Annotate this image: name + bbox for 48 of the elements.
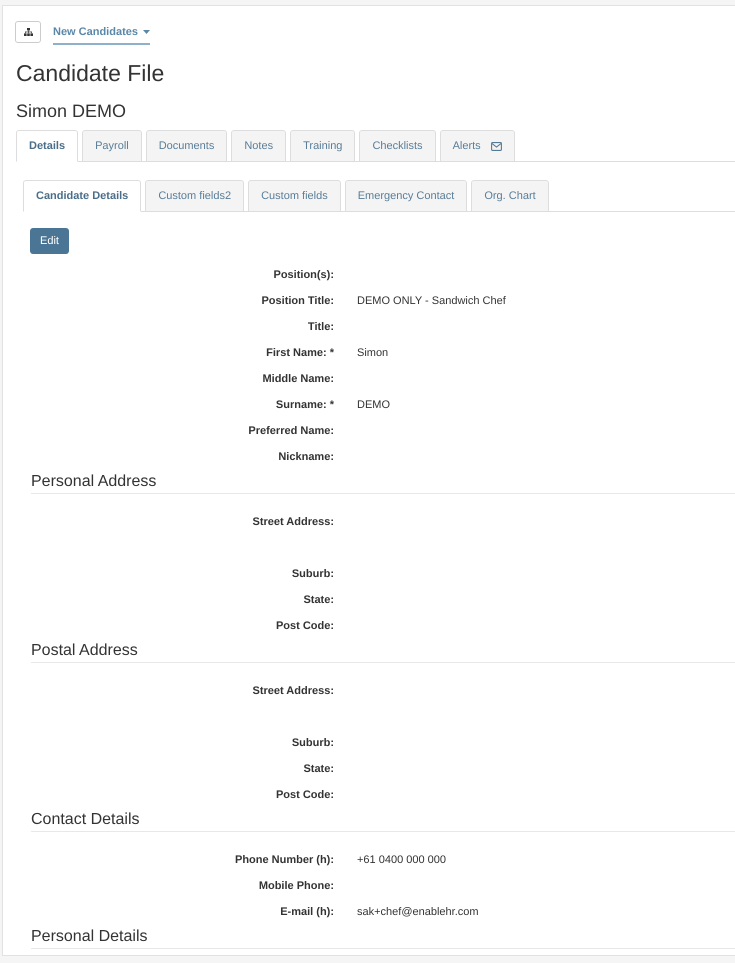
- tab[interactable]: Details: [16, 130, 78, 162]
- tab[interactable]: Alerts: [440, 130, 515, 162]
- caret-icon: [142, 30, 150, 34]
- edit-button[interactable]: Edit: [30, 228, 69, 254]
- candidate-name: Simon DEMO: [16, 100, 126, 122]
- field-label: Suburb:: [292, 736, 334, 751]
- field-label: Phone Number (h):: [235, 852, 334, 868]
- field-value: DEMO ONLY - Sandwich Chef: [357, 294, 506, 309]
- envelope-icon: [490, 142, 502, 150]
- tab[interactable]: Notes: [231, 130, 286, 162]
- field-label: Position Title:: [261, 294, 334, 309]
- field-label: First Name: *: [266, 346, 334, 361]
- tab[interactable]: Training: [290, 130, 356, 162]
- subtab[interactable]: Org. Chart: [471, 180, 549, 212]
- field-label: Post Code:: [276, 618, 334, 634]
- field-label: Street Address:: [252, 684, 334, 699]
- section-heading: Personal Details: [31, 927, 148, 947]
- section-heading: Contact Details: [31, 810, 140, 830]
- field-label: Post Code:: [276, 788, 334, 803]
- field-label: Mobile Phone:: [258, 878, 334, 894]
- field-value: DEMO: [357, 398, 390, 413]
- section-heading: Personal Address: [31, 472, 156, 492]
- tab[interactable]: Documents: [146, 130, 228, 162]
- field-label: State:: [303, 762, 334, 777]
- tab[interactable]: Payroll: [82, 130, 142, 162]
- subtab[interactable]: Custom fields: [248, 180, 341, 212]
- field-label: Surname: *: [276, 398, 334, 413]
- field-label: Title:: [308, 320, 334, 335]
- subtab[interactable]: Custom fields2: [145, 180, 244, 212]
- hierarchy-icon: [24, 28, 32, 36]
- field-value: sak+chef@enablehr.com: [357, 904, 479, 920]
- field-label: Nickname:: [278, 450, 334, 465]
- field-label: Suburb:: [292, 566, 334, 582]
- field-label: Preferred Name:: [248, 424, 334, 439]
- field-label: State:: [303, 592, 334, 608]
- breadcrumb-dropdown[interactable]: New Candidates: [53, 21, 150, 45]
- field-value: +61 0400 000 000: [357, 852, 446, 868]
- org-chart-button[interactable]: [15, 21, 41, 43]
- tab[interactable]: Checklists: [359, 130, 436, 162]
- subtab[interactable]: Emergency Contact: [344, 180, 468, 212]
- subtab[interactable]: Candidate Details: [23, 180, 142, 212]
- field-value: Simon: [357, 346, 388, 361]
- section-heading: Postal Address: [31, 641, 138, 661]
- page-title: Candidate File: [16, 59, 164, 87]
- field-label: E-mail (h):: [280, 904, 334, 920]
- field-label: Position(s):: [274, 268, 334, 283]
- field-label: Street Address:: [252, 514, 334, 530]
- field-label: Middle Name:: [262, 372, 334, 387]
